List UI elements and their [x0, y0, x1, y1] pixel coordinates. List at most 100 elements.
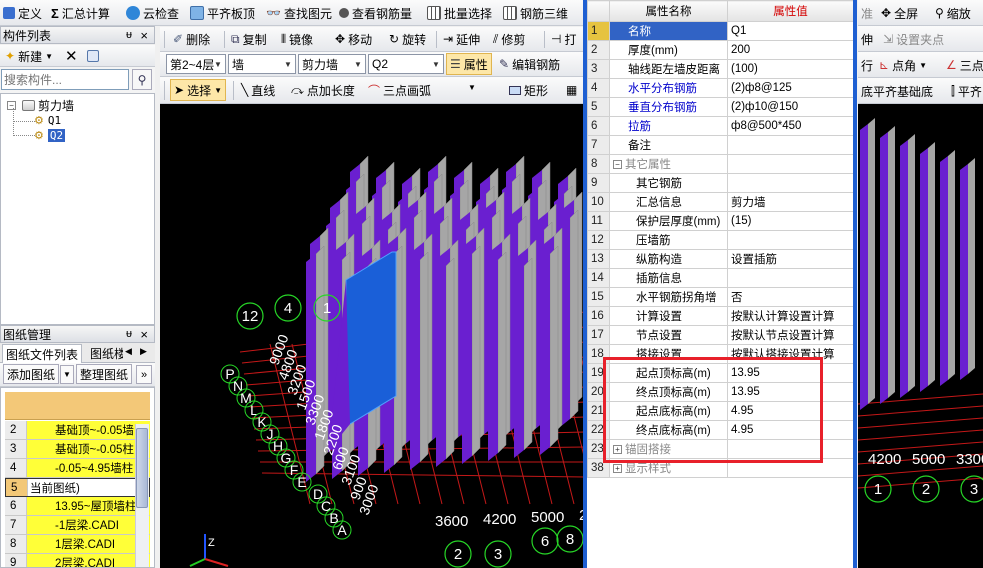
- property-value[interactable]: Q1: [727, 21, 853, 41]
- define-button[interactable]: 定义: [0, 2, 45, 24]
- rotate-button[interactable]: ↻ 旋转: [386, 28, 429, 50]
- property-row[interactable]: 5 垂直分布钢筋 (2)ф10@150: [587, 97, 853, 117]
- property-row[interactable]: 6 拉筋 ф8@500*450: [587, 116, 853, 136]
- line-tool-button[interactable]: ╲ 直线: [238, 79, 278, 101]
- property-row[interactable]: 4 水平分布钢筋 (2)ф8@125: [587, 78, 853, 98]
- tree-item-q2[interactable]: ⚙ Q2: [34, 129, 66, 142]
- property-row[interactable]: 12 压墙筋: [587, 230, 853, 250]
- drawing-row[interactable]: 3 基础顶~-0.05柱: [5, 440, 150, 459]
- point-angle-button[interactable]: ⊾ 点角 ▼: [876, 54, 930, 76]
- property-row[interactable]: 1 名称 Q1: [587, 21, 853, 41]
- property-value[interactable]: 按默认节点设置计算: [727, 325, 853, 345]
- view-rebar-button[interactable]: 查看钢筋量: [336, 2, 415, 24]
- property-value[interactable]: (100): [727, 59, 853, 79]
- fullscreen-button[interactable]: ✥ 全屏: [878, 2, 921, 24]
- partial-button[interactable]: 准: [858, 2, 876, 24]
- property-row[interactable]: 17 节点设置 按默认节点设置计算: [587, 325, 853, 345]
- drawing-row[interactable]: 8 1层梁.CADI: [5, 535, 150, 554]
- property-value[interactable]: 按默认计算设置计算: [727, 306, 853, 326]
- mirror-button[interactable]: ⫴ 镜像: [278, 28, 316, 50]
- search-button[interactable]: ⚲: [132, 69, 152, 90]
- drawing-row[interactable]: 7 -1层梁.CADI: [5, 516, 150, 535]
- expand-icon[interactable]: +: [613, 464, 622, 474]
- align-button[interactable]: ⫿ 平齐: [948, 80, 983, 102]
- 3d-scene-secondary[interactable]: 4200 5000 3300 1 2 3: [858, 104, 983, 568]
- tab-drawing-file-list[interactable]: 图纸文件列表: [2, 344, 83, 363]
- drawing-row[interactable]: 4 -0.05~4.95墙柱: [5, 459, 150, 478]
- drawing-row[interactable]: 6 13.95~屋顶墙柱: [5, 497, 150, 516]
- edit-rebar-button[interactable]: ✎ 编辑钢筋: [496, 53, 563, 75]
- select-tool-button[interactable]: ➤ 选择 ▼: [170, 79, 226, 101]
- property-row[interactable]: 13 纵筋构造 设置插筋: [587, 249, 853, 269]
- close-icon[interactable]: ×: [140, 327, 148, 342]
- point-length-button[interactable]: ⤼ 点加长度: [288, 79, 358, 101]
- property-value[interactable]: (15): [727, 211, 853, 231]
- floor-select[interactable]: 第2~4层 ▼: [166, 54, 226, 74]
- property-value[interactable]: [727, 154, 853, 174]
- find-element-button[interactable]: 👓 查找图元: [263, 2, 335, 24]
- component-select[interactable]: Q2 ▼: [368, 54, 444, 74]
- property-row[interactable]: 9 其它钢筋: [587, 173, 853, 193]
- tab-scroll-right-icon[interactable]: ▶: [140, 346, 147, 357]
- drawing-row[interactable]: 9 2层梁.CADI: [5, 554, 150, 567]
- delete-button[interactable]: ✐ 删除: [170, 28, 213, 50]
- zoom-button[interactable]: ⚲ 缩放: [932, 2, 974, 24]
- property-row[interactable]: 3 轴线距左墙皮距离 (100): [587, 59, 853, 79]
- arc-dropdown[interactable]: ▼: [468, 83, 476, 92]
- partial-button[interactable]: 行: [858, 54, 876, 76]
- property-value[interactable]: ф8@500*450: [727, 116, 853, 136]
- extend-button[interactable]: ⇥ 延伸: [440, 28, 483, 50]
- add-drawing-dropdown[interactable]: ▼: [60, 365, 74, 384]
- pin-icon[interactable]: ᵾ: [126, 29, 132, 41]
- summary-calc-button[interactable]: Σ 汇总计算: [48, 2, 113, 24]
- align-slab-top-button[interactable]: 平齐板顶: [187, 2, 258, 24]
- trim-button[interactable]: ⫽ 修剪: [490, 28, 528, 50]
- property-value[interactable]: 剪力墙: [727, 192, 853, 212]
- close-icon[interactable]: ×: [140, 28, 148, 43]
- property-value[interactable]: 否: [727, 287, 853, 307]
- arc-tool-button[interactable]: ⌒ 三点画弧: [365, 79, 434, 101]
- pin-icon[interactable]: ᵾ: [126, 328, 132, 340]
- property-value[interactable]: (2)ф8@125: [727, 78, 853, 98]
- 3d-scene[interactable]: 12 4 12 36 8PNMLKJHGFEDCBA900048003200150033…: [160, 104, 585, 568]
- drawing-row[interactable]: 2 基础顶~-0.05墙: [5, 421, 150, 440]
- partial-button[interactable]: 伸: [858, 28, 876, 50]
- property-row[interactable]: 14 插筋信息: [587, 268, 853, 288]
- type-select[interactable]: 剪力墙 ▼: [298, 54, 366, 74]
- set-grip-button[interactable]: ⇲ 设置夹点: [880, 28, 947, 50]
- property-value[interactable]: [727, 173, 853, 193]
- tree-item-q1[interactable]: ⚙ Q1: [34, 114, 61, 127]
- break-button[interactable]: ⊣ 打: [548, 28, 579, 50]
- property-value[interactable]: (2)ф10@150: [727, 97, 853, 117]
- property-row[interactable]: 16 计算设置 按默认计算设置计算: [587, 306, 853, 326]
- move-button[interactable]: ✥ 移动: [332, 28, 375, 50]
- property-value[interactable]: 200: [727, 40, 853, 60]
- scrollbar-thumb[interactable]: [136, 428, 148, 508]
- rebar-3d-button[interactable]: 钢筋三维: [500, 2, 571, 24]
- property-row[interactable]: 7 备注: [587, 135, 853, 155]
- more-tool-button[interactable]: ▦: [563, 79, 580, 101]
- property-row[interactable]: 15 水平钢筋拐角增否: [587, 287, 853, 307]
- properties-button[interactable]: ☰ 属性: [446, 53, 492, 75]
- property-row[interactable]: 11 保护层厚度(mm) (15): [587, 211, 853, 231]
- new-component-button[interactable]: ✦ 新建 ▼: [2, 45, 56, 67]
- copy-component-button[interactable]: [84, 45, 102, 67]
- property-row[interactable]: 8− 其它属性: [587, 154, 853, 174]
- 3d-viewport[interactable]: 12 4 1 2 3 6 8 P N M L K J H G F E D C B A 9000 4800 3200 1500 33…: [160, 104, 585, 568]
- organize-drawing-button[interactable]: 整理图纸: [76, 364, 133, 384]
- 3d-viewport-secondary[interactable]: 4200 5000 3300 1 2 3: [858, 104, 983, 568]
- align-foundation-bottom-button[interactable]: 底平齐基础底: [858, 80, 936, 102]
- tab-drawing-floor[interactable]: 图纸楼: [88, 345, 123, 362]
- property-row[interactable]: 2 厚度(mm) 200: [587, 40, 853, 60]
- tab-scroll-left-icon[interactable]: ◀: [125, 346, 132, 357]
- add-drawing-button[interactable]: 添加图纸: [3, 364, 60, 384]
- property-value[interactable]: 设置插筋: [727, 249, 853, 269]
- property-row[interactable]: 10 汇总信息 剪力墙: [587, 192, 853, 212]
- rect-tool-button[interactable]: 矩形: [506, 79, 551, 101]
- batch-select-button[interactable]: 批量选择: [424, 2, 495, 24]
- cloud-check-button[interactable]: 云检查: [123, 2, 182, 24]
- component-search-input[interactable]: [1, 69, 129, 90]
- more-button[interactable]: »: [136, 365, 152, 384]
- copy-button[interactable]: ⧉ 复制: [228, 28, 270, 50]
- property-value[interactable]: [727, 135, 853, 155]
